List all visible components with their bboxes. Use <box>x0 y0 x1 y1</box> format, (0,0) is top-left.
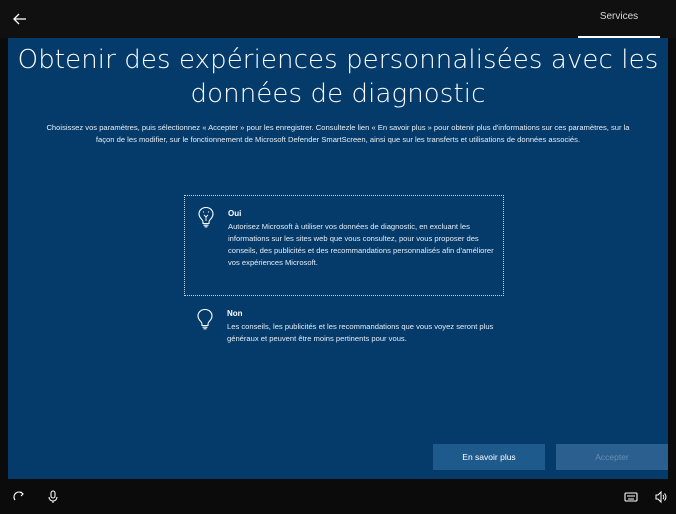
option-yes-title: Oui <box>228 209 242 218</box>
ease-of-access-icon[interactable] <box>12 490 26 504</box>
page-description: Choisissez vos paramètres, puis sélectio… <box>46 123 630 144</box>
option-yes-body: Autorisez Microsoft à utiliser vos donné… <box>228 222 494 267</box>
oobe-panel: Obtenir des expériences personnalisées a… <box>8 38 668 479</box>
volume-icon[interactable] <box>654 490 668 504</box>
option-no[interactable]: Non Les conseils, les publicités et les … <box>184 303 504 375</box>
option-no-body: Les conseils, les publicités et les reco… <box>227 322 494 343</box>
microphone-icon[interactable] <box>46 490 60 504</box>
tab-services[interactable]: Services <box>578 11 660 38</box>
lightbulb-on-icon <box>197 206 215 228</box>
accept-button[interactable]: Accepter <box>556 444 668 470</box>
option-yes[interactable]: Oui Autorisez Microsoft à utiliser vos d… <box>184 195 504 296</box>
option-no-title: Non <box>227 309 243 318</box>
tab-services-label: Services <box>599 11 639 22</box>
lightbulb-off-icon <box>196 308 214 330</box>
taskbar <box>0 479 676 514</box>
learn-more-button[interactable]: En savoir plus <box>433 444 545 470</box>
top-bar: Services <box>0 0 676 38</box>
keyboard-icon[interactable] <box>624 490 638 504</box>
page-title: Obtenir des expériences personnalisées a… <box>17 45 659 109</box>
back-arrow-icon[interactable] <box>10 9 30 29</box>
